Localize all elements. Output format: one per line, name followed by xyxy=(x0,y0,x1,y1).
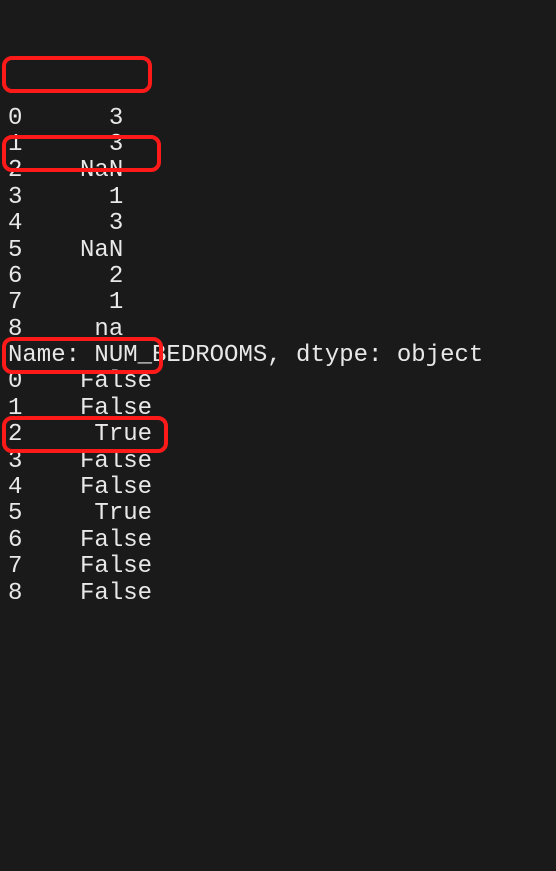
series2-row: 3 False xyxy=(0,449,556,475)
row-value: NaN xyxy=(22,157,123,184)
row-value: False xyxy=(22,553,152,580)
row-index: 8 xyxy=(8,580,22,607)
row-index: 6 xyxy=(8,527,22,554)
row-value: 2 xyxy=(22,263,123,290)
row-index: 1 xyxy=(8,131,22,158)
series1-row: 8 na xyxy=(0,317,556,343)
row-index: 0 xyxy=(8,105,22,132)
series1-row: 2 NaN xyxy=(0,158,556,184)
row-value: 3 xyxy=(22,105,123,132)
row-value: 1 xyxy=(22,289,123,316)
series2-row: 7 False xyxy=(0,554,556,580)
row-value: NaN xyxy=(22,237,123,264)
row-index: 0 xyxy=(8,368,22,395)
series2-row: 2 True xyxy=(0,422,556,448)
row-value: False xyxy=(22,527,152,554)
row-value: na xyxy=(22,316,123,343)
row-index: 4 xyxy=(8,474,22,501)
row-index: 4 xyxy=(8,210,22,237)
highlight-box-1 xyxy=(2,56,152,93)
series2-row: 8 False xyxy=(0,581,556,607)
series2-row: 5 True xyxy=(0,501,556,527)
row-index: 2 xyxy=(8,157,22,184)
row-index: 7 xyxy=(8,553,22,580)
row-value: False xyxy=(22,474,152,501)
row-index: 1 xyxy=(8,395,22,422)
series1-row: 1 3 xyxy=(0,132,556,158)
terminal-output: 0 31 32 NaN3 14 35 NaN6 27 18 naName: NU… xyxy=(0,106,556,607)
series1-row: 3 1 xyxy=(0,185,556,211)
row-value: False xyxy=(22,580,152,607)
series1-row: 6 2 xyxy=(0,264,556,290)
row-index: 2 xyxy=(8,421,22,448)
row-index: 5 xyxy=(8,237,22,264)
series2-row: 6 False xyxy=(0,528,556,554)
row-value: 1 xyxy=(22,184,123,211)
row-index: 8 xyxy=(8,316,22,343)
series1-row: 0 3 xyxy=(0,106,556,132)
row-index: 3 xyxy=(8,184,22,211)
series1-info: Name: NUM_BEDROOMS, dtype: object xyxy=(0,343,556,369)
row-value: 3 xyxy=(22,210,123,237)
row-value: False xyxy=(22,368,152,395)
row-index: 3 xyxy=(8,448,22,475)
row-value: 3 xyxy=(22,131,123,158)
series1-row: 5 NaN xyxy=(0,238,556,264)
series2-row: 4 False xyxy=(0,475,556,501)
row-index: 6 xyxy=(8,263,22,290)
row-index: 5 xyxy=(8,500,22,527)
row-value: True xyxy=(22,421,152,448)
series1-row: 4 3 xyxy=(0,211,556,237)
row-value: True xyxy=(22,500,152,527)
row-index: 7 xyxy=(8,289,22,316)
series2-row: 0 False xyxy=(0,369,556,395)
series1-row: 7 1 xyxy=(0,290,556,316)
row-value: False xyxy=(22,448,152,475)
series2-row: 1 False xyxy=(0,396,556,422)
row-value: False xyxy=(22,395,152,422)
